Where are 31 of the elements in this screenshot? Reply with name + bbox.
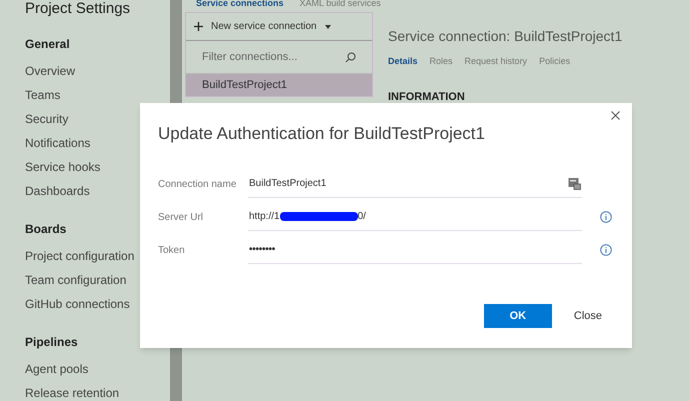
section-heading: General <box>25 36 71 53</box>
plus-icon <box>194 22 203 31</box>
sidebar-item[interactable]: Agent pools <box>25 357 170 381</box>
close-icon[interactable] <box>611 111 620 120</box>
detail-title: Service connection: BuildTestProject1 <box>388 27 624 46</box>
field-label: Token <box>158 244 186 258</box>
section-heading: Pipelines <box>25 334 79 351</box>
info-icon[interactable] <box>600 244 612 256</box>
info-icon[interactable] <box>600 211 612 223</box>
close-button[interactable]: Close <box>574 304 602 328</box>
caret-icon <box>324 24 331 28</box>
sidebar-item[interactable]: Release retention <box>25 381 170 401</box>
section-heading: Boards <box>25 221 68 238</box>
connection-item[interactable]: BuildTestProject1 <box>186 74 372 96</box>
ok-button[interactable]: OK <box>484 304 552 328</box>
search-icon <box>345 52 356 62</box>
field-label: Connection name <box>158 178 238 192</box>
dialog-title: Update Authentication for BuildTestProject1 <box>158 123 485 145</box>
field-label: Server Url <box>158 210 204 224</box>
input-field[interactable]: http://1 0/ <box>248 204 582 230</box>
input-field[interactable]: BuildTestProject1 <box>248 170 582 198</box>
new-connection-button[interactable]: New service connection <box>186 13 372 41</box>
sidebar-item[interactable]: Teams <box>25 83 170 107</box>
section-heading: INFORMATION <box>388 90 466 104</box>
sidebar-title: Project Settings <box>25 0 132 18</box>
id-card-icon[interactable] <box>568 177 581 190</box>
sidebar-item[interactable]: Overview <box>25 59 170 83</box>
top-tab[interactable]: Service connections <box>196 0 284 11</box>
filter-field[interactable]: Filter connections... <box>202 48 345 66</box>
input-field[interactable]: •••••••• <box>248 236 582 264</box>
detail-tab[interactable]: Details <box>388 55 418 68</box>
